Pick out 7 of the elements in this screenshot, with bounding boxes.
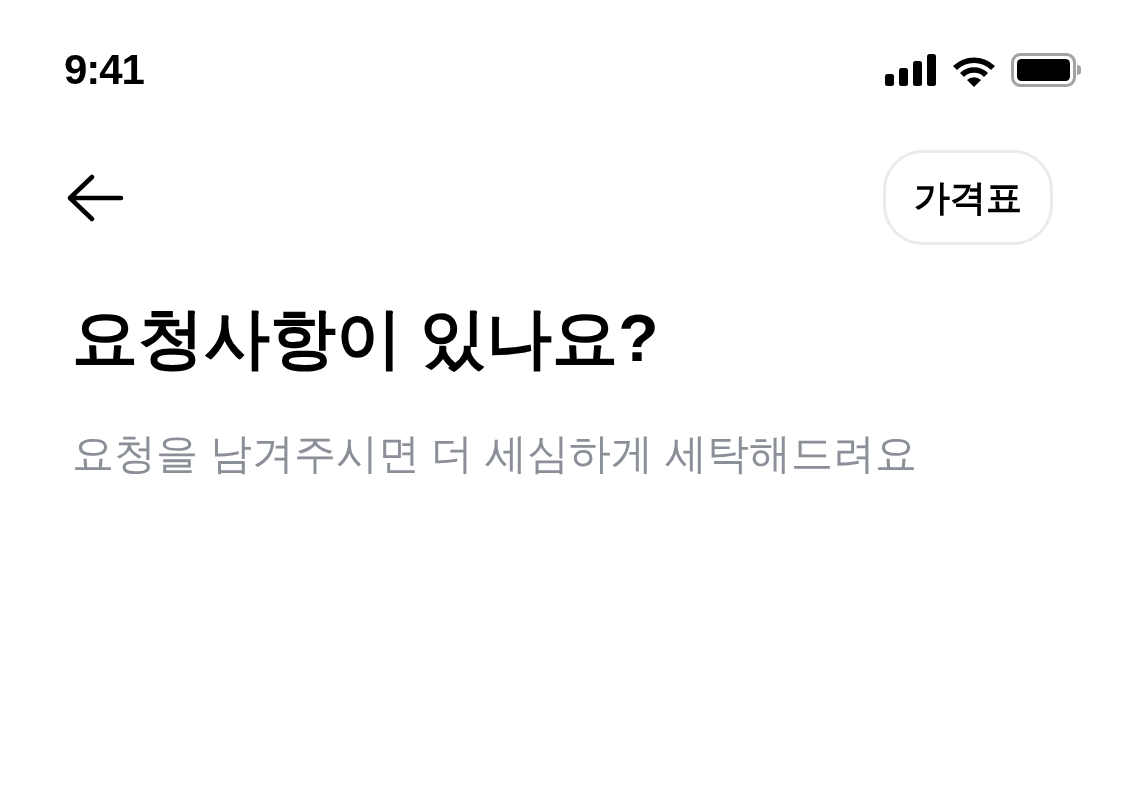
price-list-button[interactable]: 가격표: [883, 150, 1053, 245]
status-time: 9:41: [64, 49, 144, 91]
page-title: 요청사항이 있나요?: [72, 305, 659, 371]
page-subtitle: 요청을 남겨주시면 더 세심하게 세탁해드려요: [72, 433, 917, 475]
signal-icon: [885, 54, 937, 86]
back-arrow-icon: [66, 173, 124, 222]
battery-icon: [1011, 53, 1081, 87]
